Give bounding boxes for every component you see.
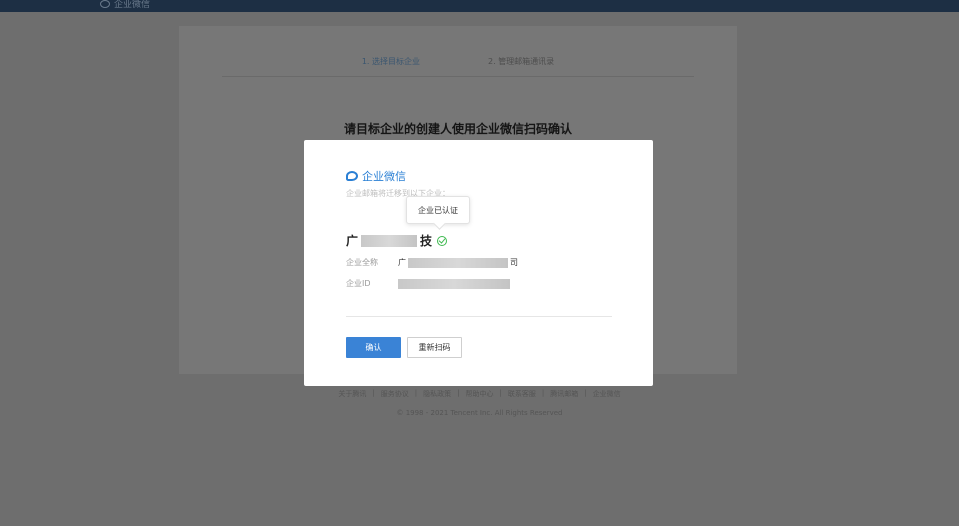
- enterprise-id-redacted: [398, 278, 510, 289]
- footer-link[interactable]: 隐私政策: [423, 389, 451, 399]
- verified-tooltip: 企业已认证: [406, 196, 470, 224]
- company-name-first: 广: [346, 234, 359, 248]
- dialog-divider: [346, 316, 612, 317]
- step-manage-contacts: 2. 管理邮箱通讯录: [488, 57, 555, 66]
- full-name-value: 广 司: [398, 257, 518, 268]
- app-logo: 企业微信: [100, 0, 150, 10]
- copyright: © 1998 - 2021 Tencent Inc. All Rights Re…: [396, 409, 563, 417]
- dialog-brand: 企业微信: [346, 168, 406, 184]
- steps-divider: [222, 76, 694, 77]
- company-name: 广 技: [346, 232, 448, 249]
- step-indicator: 1. 选择目标企业 2. 管理邮箱通讯录: [179, 56, 737, 67]
- full-name-last: 司: [510, 258, 518, 267]
- wecom-logo-icon: [346, 171, 358, 181]
- app-name: 企业微信: [114, 0, 151, 10]
- verified-check-icon[interactable]: [437, 235, 448, 246]
- full-name-label: 企业全称: [346, 258, 378, 267]
- footer-link[interactable]: 帮助中心: [466, 389, 494, 399]
- confirm-button[interactable]: 确认: [346, 337, 401, 358]
- full-name-redacted: [408, 257, 508, 268]
- footer-link[interactable]: 关于腾讯: [338, 389, 366, 399]
- footer-link[interactable]: 腾讯邮箱: [550, 389, 578, 399]
- page-heading: 请目标企业的创建人使用企业微信扫码确认: [343, 122, 572, 136]
- company-name-redacted: [361, 234, 418, 247]
- confirm-enterprise-dialog: 企业微信 企业邮箱将迁移到以下企业： 企业已认证 广 技 企业全称 广 司 企业…: [304, 140, 653, 386]
- rescan-button[interactable]: 重新扫码: [407, 337, 462, 358]
- footer-link[interactable]: 联系客服: [508, 389, 536, 399]
- company-name-last: 技: [420, 234, 433, 248]
- footer-link[interactable]: 企业微信: [593, 389, 621, 399]
- enterprise-id-value: [398, 278, 510, 289]
- footer-links: 关于腾讯 | 服务协议 | 隐私政策 | 帮助中心 | 联系客服 | 腾讯邮箱 | 企业微信: [338, 389, 621, 399]
- brand-name: 企业微信: [362, 170, 406, 183]
- full-name-first: 广: [398, 258, 406, 267]
- wecom-logo-icon: [100, 0, 110, 8]
- footer-link[interactable]: 服务协议: [381, 389, 409, 399]
- page-footer: 关于腾讯 | 服务协议 | 隐私政策 | 帮助中心 | 联系客服 | 腾讯邮箱 | 企业微信…: [0, 389, 959, 417]
- enterprise-id-label: 企业ID: [346, 279, 371, 288]
- top-bar: 企业微信: [0, 0, 959, 12]
- step-select-enterprise: 1. 选择目标企业: [361, 57, 420, 66]
- enterprise-id-row: 企业ID: [346, 278, 510, 289]
- full-name-row: 企业全称 广 司: [346, 257, 518, 268]
